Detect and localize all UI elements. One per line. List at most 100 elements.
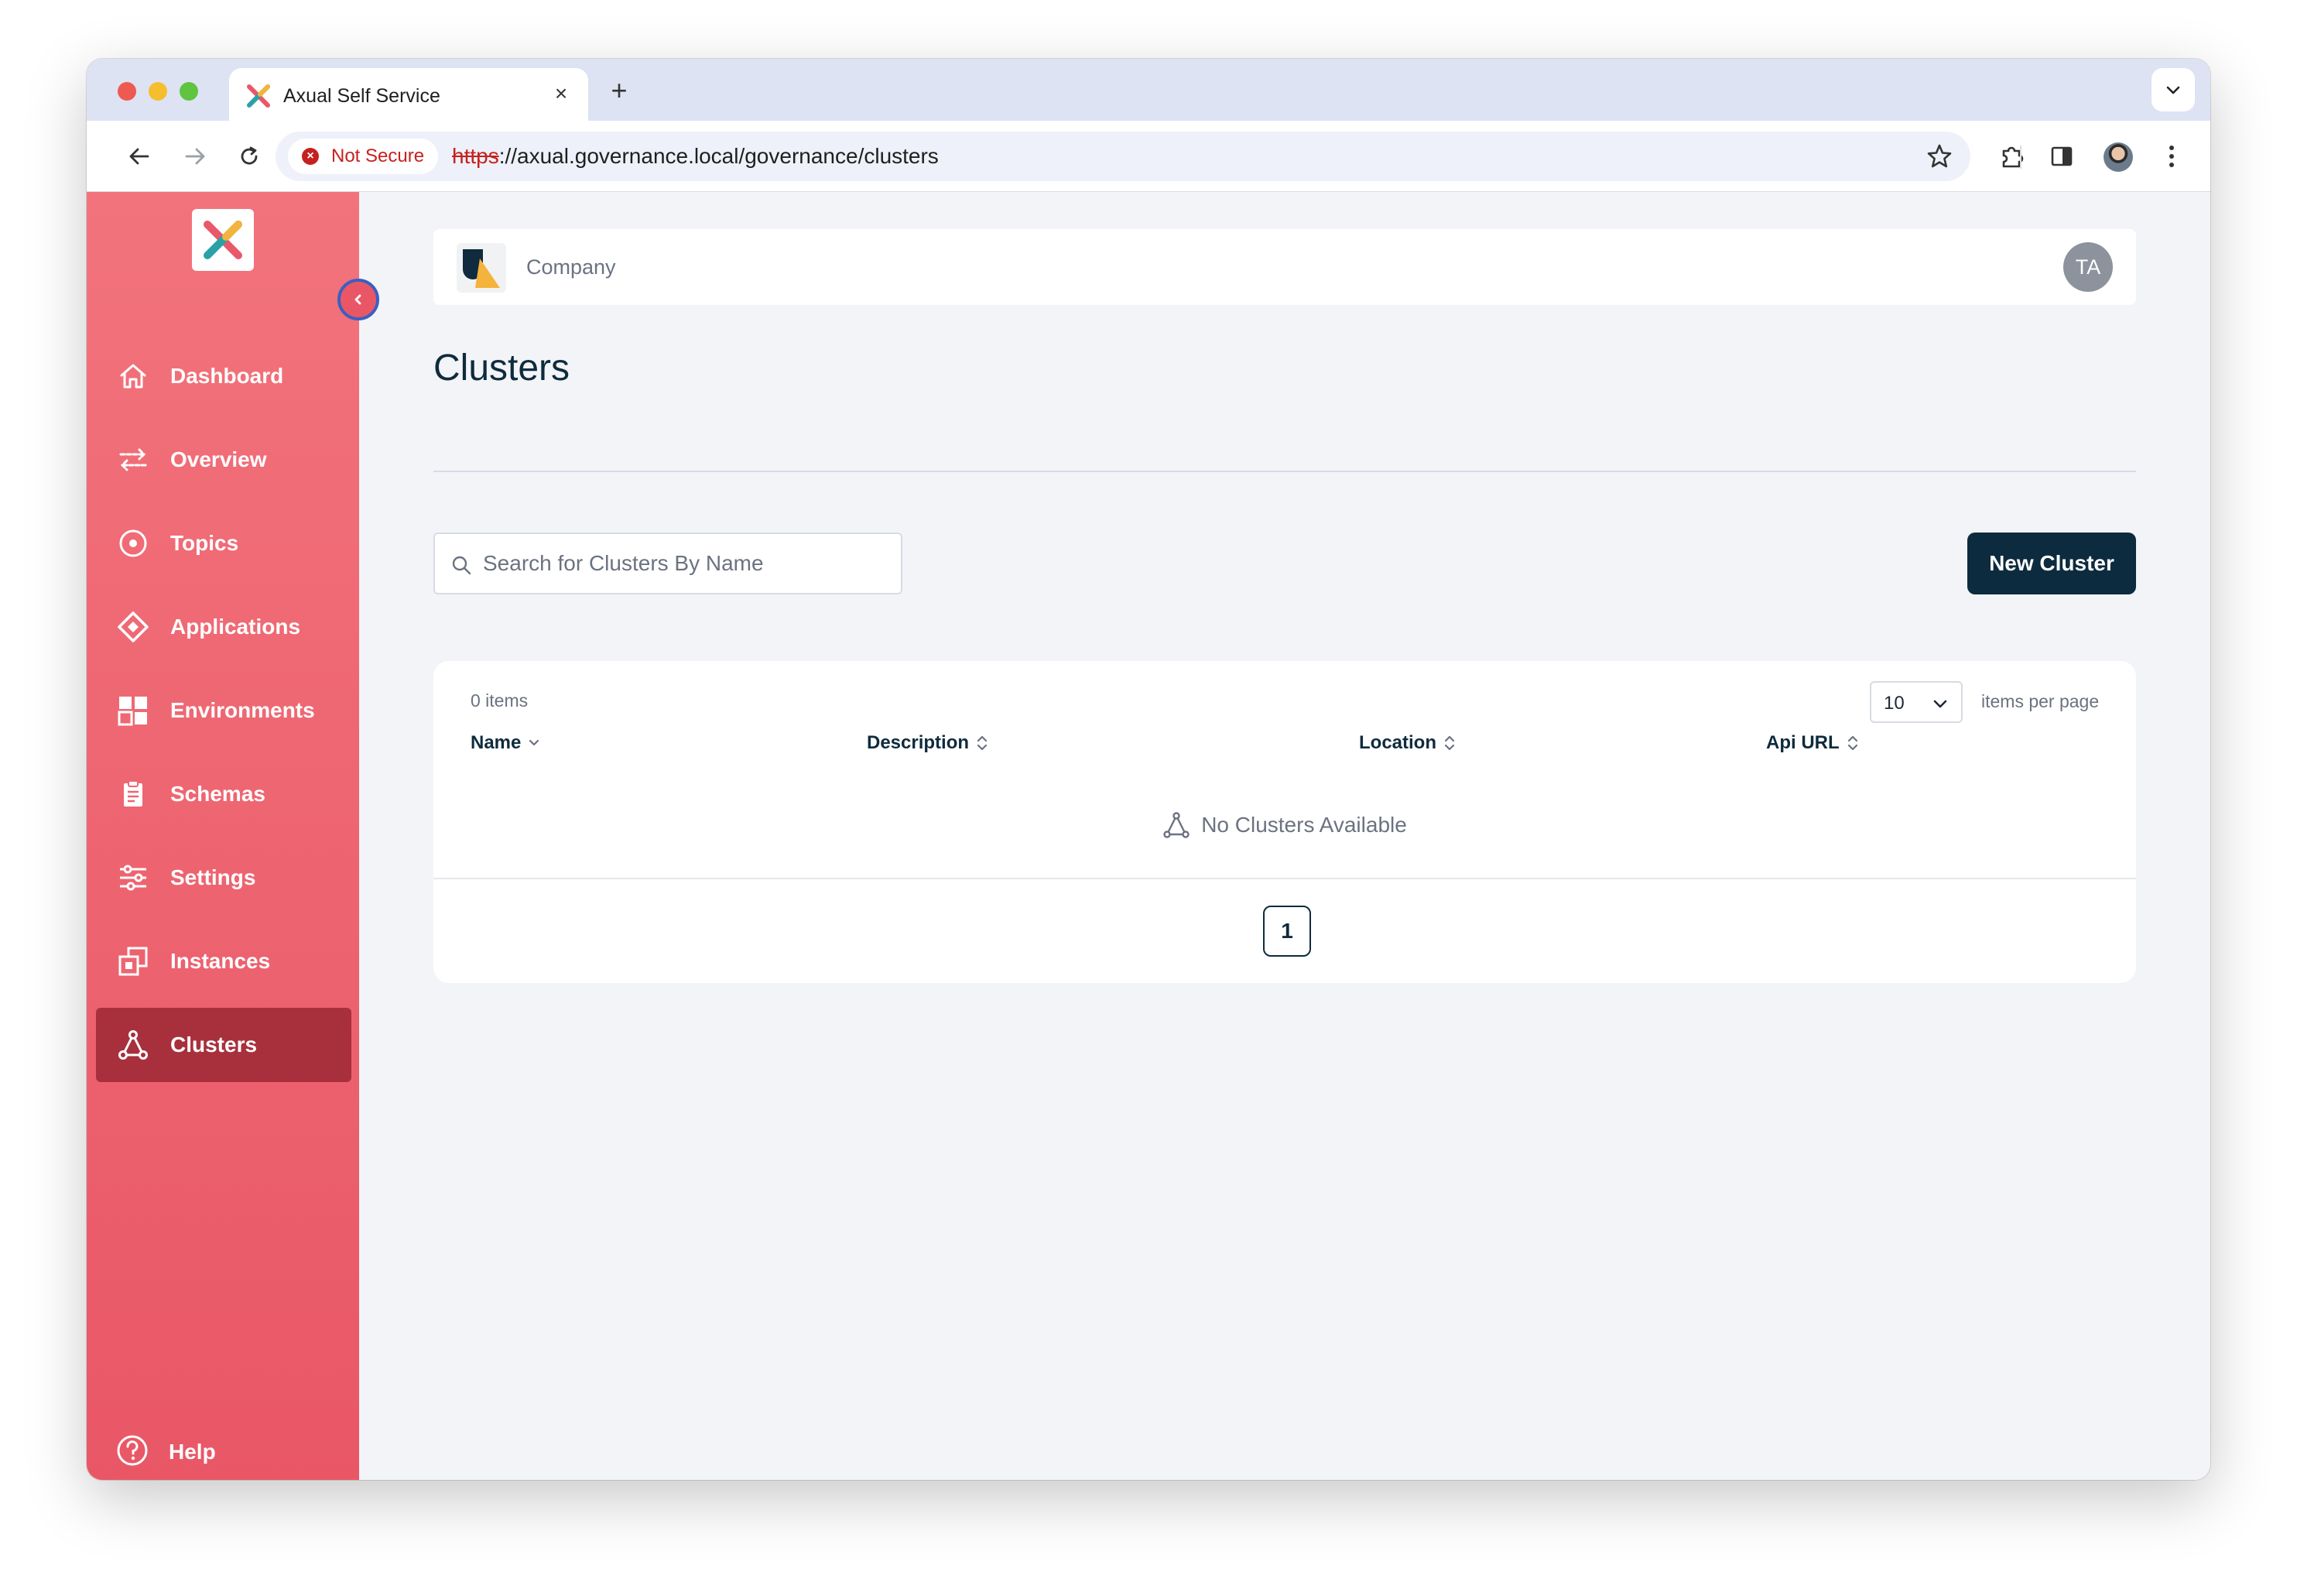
browser-toolbar: × Not Secure https://axual.governance.lo… — [87, 121, 2210, 192]
column-header-label: Description — [867, 732, 970, 753]
browser-window: Axual Self Service × + × Not Secure http… — [87, 59, 2210, 1480]
tab-title: Axual Self Service — [283, 85, 440, 107]
clusters-table-card: 0 items 10 items per page Name Descripti… — [433, 661, 2136, 983]
cluster-icon — [116, 1028, 150, 1062]
help-circle-icon — [116, 1434, 149, 1471]
title-divider — [433, 471, 2136, 472]
new-cluster-button[interactable]: New Cluster — [1967, 533, 2136, 594]
instances-icon — [116, 944, 150, 978]
company-header: Company TA — [433, 229, 2136, 305]
sidebar-item-instances[interactable]: Instances — [96, 924, 351, 998]
sidebar-item-label: Instances — [170, 949, 271, 973]
app-content: Dashboard Overview Topics Applications E… — [87, 192, 2210, 1480]
arrow-right-icon — [185, 148, 205, 165]
side-panel-icon — [2051, 146, 2073, 166]
maximize-window-button[interactable] — [180, 82, 198, 101]
company-name: Company — [526, 255, 616, 279]
tab-search-button[interactable] — [2152, 68, 2195, 111]
sidebar-item-label: Settings — [170, 865, 256, 889]
url-scheme: https — [452, 144, 499, 168]
sidebar-collapse-button[interactable] — [337, 279, 379, 320]
clipboard-icon — [116, 777, 150, 811]
search-input[interactable] — [483, 545, 885, 582]
items-per-page-value: 10 — [1884, 693, 1905, 714]
main-content: Company TA Clusters New Cluster 0 items … — [359, 192, 2210, 1480]
browser-tab[interactable]: Axual Self Service × — [229, 68, 588, 122]
sidebar-item-label: Dashboard — [170, 364, 284, 388]
sort-icon — [1847, 735, 1857, 751]
arrow-left-icon — [129, 148, 149, 165]
sidebar-item-help[interactable]: Help — [96, 1429, 351, 1475]
back-button[interactable] — [122, 139, 156, 173]
browser-menu-button[interactable] — [2155, 139, 2189, 173]
sort-icon — [1444, 735, 1455, 751]
new-tab-button[interactable]: + — [605, 77, 633, 105]
profile-avatar[interactable] — [2104, 142, 2133, 172]
sliders-icon — [116, 861, 150, 895]
chevron-left-icon — [354, 294, 361, 305]
security-label: Not Secure — [331, 146, 425, 166]
arrows-exchange-icon — [116, 443, 150, 477]
sort-descending-icon — [529, 739, 539, 746]
tab-strip: Axual Self Service × + — [87, 59, 2210, 122]
toolbar-divider — [2020, 146, 2021, 169]
sidebar-item-environments[interactable]: Environments — [96, 673, 351, 748]
sidebar-item-topics[interactable]: Topics — [96, 506, 351, 581]
axual-logo-icon — [204, 221, 242, 259]
sidebar-nav: Dashboard Overview Topics Applications E… — [96, 339, 351, 1091]
table-footer-divider — [433, 878, 2136, 879]
sidebar-item-applications[interactable]: Applications — [96, 590, 351, 664]
home-icon — [116, 359, 150, 393]
search-icon — [452, 556, 471, 575]
column-header-label: Api URL — [1766, 732, 1840, 753]
reload-button[interactable] — [232, 139, 266, 173]
items-per-page-label: items per page — [1981, 691, 2100, 711]
company-logo — [457, 243, 506, 293]
reload-icon — [241, 146, 258, 165]
pagination-page-button[interactable]: 1 — [1263, 906, 1311, 957]
address-bar[interactable]: × Not Secure https://axual.governance.lo… — [276, 132, 1970, 181]
sidebar-item-label: Overview — [170, 447, 267, 471]
chevron-down-icon — [2166, 86, 2180, 94]
items-per-page-select[interactable]: 10 — [1870, 681, 1963, 723]
kebab-menu-icon — [2169, 146, 2174, 167]
sidebar-item-dashboard[interactable]: Dashboard — [96, 339, 351, 413]
target-icon — [116, 526, 150, 560]
column-header-api-url[interactable]: Api URL — [1766, 732, 1860, 754]
grid-icon — [116, 694, 150, 728]
chevron-down-icon — [1933, 700, 1947, 708]
axual-logo[interactable] — [192, 209, 254, 271]
sidebar-item-clusters[interactable]: Clusters — [96, 1008, 351, 1082]
security-chip[interactable]: × Not Secure — [288, 139, 439, 174]
url-path: ://axual.governance.local/governance/clu… — [498, 144, 939, 168]
forward-button[interactable] — [178, 139, 212, 173]
items-count: 0 items — [471, 690, 529, 711]
sidebar-item-label: Topics — [170, 531, 239, 555]
empty-message: No Clusters Available — [1201, 813, 1407, 837]
diamond-icon — [116, 610, 150, 644]
help-label: Help — [169, 1440, 216, 1464]
sidebar-item-label: Clusters — [170, 1033, 258, 1057]
sidebar-item-label: Environments — [170, 698, 315, 722]
search-field[interactable] — [433, 533, 902, 594]
column-header-description[interactable]: Description — [867, 732, 989, 754]
column-header-label: Location — [1359, 732, 1436, 753]
sidebar-item-settings[interactable]: Settings — [96, 841, 351, 915]
tab-close-icon[interactable]: × — [548, 80, 574, 107]
column-header-name[interactable]: Name — [471, 732, 541, 754]
extensions-button[interactable] — [1995, 139, 2029, 173]
close-window-button[interactable] — [118, 82, 136, 101]
sidebar-item-schemas[interactable]: Schemas — [96, 757, 351, 831]
warning-icon: × — [302, 148, 319, 165]
column-header-label: Name — [471, 732, 522, 753]
minimize-window-button[interactable] — [149, 82, 167, 101]
url-text[interactable]: https://axual.governance.local/governanc… — [452, 144, 939, 169]
user-avatar[interactable]: TA — [2063, 242, 2113, 292]
column-header-location[interactable]: Location — [1359, 732, 1457, 754]
sidebar-item-overview[interactable]: Overview — [96, 423, 351, 497]
side-panel-button[interactable] — [2045, 139, 2079, 173]
bookmark-star-icon[interactable] — [1926, 142, 1953, 170]
empty-state: No Clusters Available — [433, 811, 2136, 839]
sort-icon — [977, 735, 988, 751]
sidebar: Dashboard Overview Topics Applications E… — [87, 192, 359, 1480]
